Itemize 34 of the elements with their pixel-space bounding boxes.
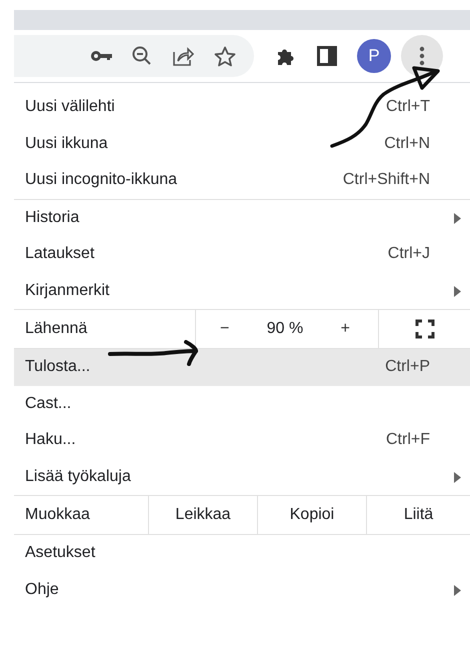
fullscreen-icon [414, 319, 434, 339]
star-icon[interactable] [214, 46, 236, 66]
menu-item[interactable]: Lataukset Ctrl+J [14, 236, 470, 272]
edit-action-button[interactable]: Kopioi [258, 496, 367, 534]
zoom-out-button[interactable]: − [214, 318, 236, 340]
menu-item[interactable]: Kirjanmerkit [14, 272, 470, 309]
edit-action-button[interactable]: Liitä [367, 496, 470, 534]
address-bar[interactable] [14, 35, 254, 77]
submenu-arrow-icon [454, 472, 461, 482]
profile-avatar[interactable]: P [357, 39, 391, 73]
menu-item[interactable]: Lisää työkaluja [14, 458, 470, 495]
menu-item[interactable]: Uusi välilehti Ctrl+T [14, 89, 470, 126]
submenu-arrow-icon [454, 286, 461, 296]
menu-item[interactable]: Ohje [14, 572, 470, 608]
edit-action-button[interactable]: Leikkaa [149, 496, 258, 534]
submenu-arrow-icon [454, 212, 461, 224]
menu-item[interactable]: Historia [14, 200, 470, 236]
menu-item[interactable]: Tulosta... Ctrl+P [14, 349, 470, 386]
menu-item[interactable]: Haku... Ctrl+F [14, 422, 470, 458]
edit-label: Muokkaa [14, 496, 149, 534]
zoom-out-icon[interactable] [132, 46, 152, 66]
share-icon[interactable] [172, 46, 194, 66]
menu-icon [419, 46, 425, 66]
menu-item[interactable]: Cast... [14, 386, 470, 422]
menu-item[interactable]: Uusi ikkuna Ctrl+N [14, 126, 470, 162]
side-panel-icon[interactable] [317, 46, 337, 66]
menu-item[interactable]: Uusi incognito-ikkuna Ctrl+Shift+N [14, 162, 470, 198]
submenu-arrow-icon [454, 584, 461, 596]
zoom-in-button[interactable]: + [334, 318, 356, 340]
menu-item[interactable]: Asetukset [14, 535, 470, 572]
key-icon[interactable] [90, 50, 112, 62]
zoom-label: Lähennä [14, 310, 196, 348]
zoom-value: 90 % [266, 320, 304, 338]
menu-button[interactable] [401, 35, 443, 77]
